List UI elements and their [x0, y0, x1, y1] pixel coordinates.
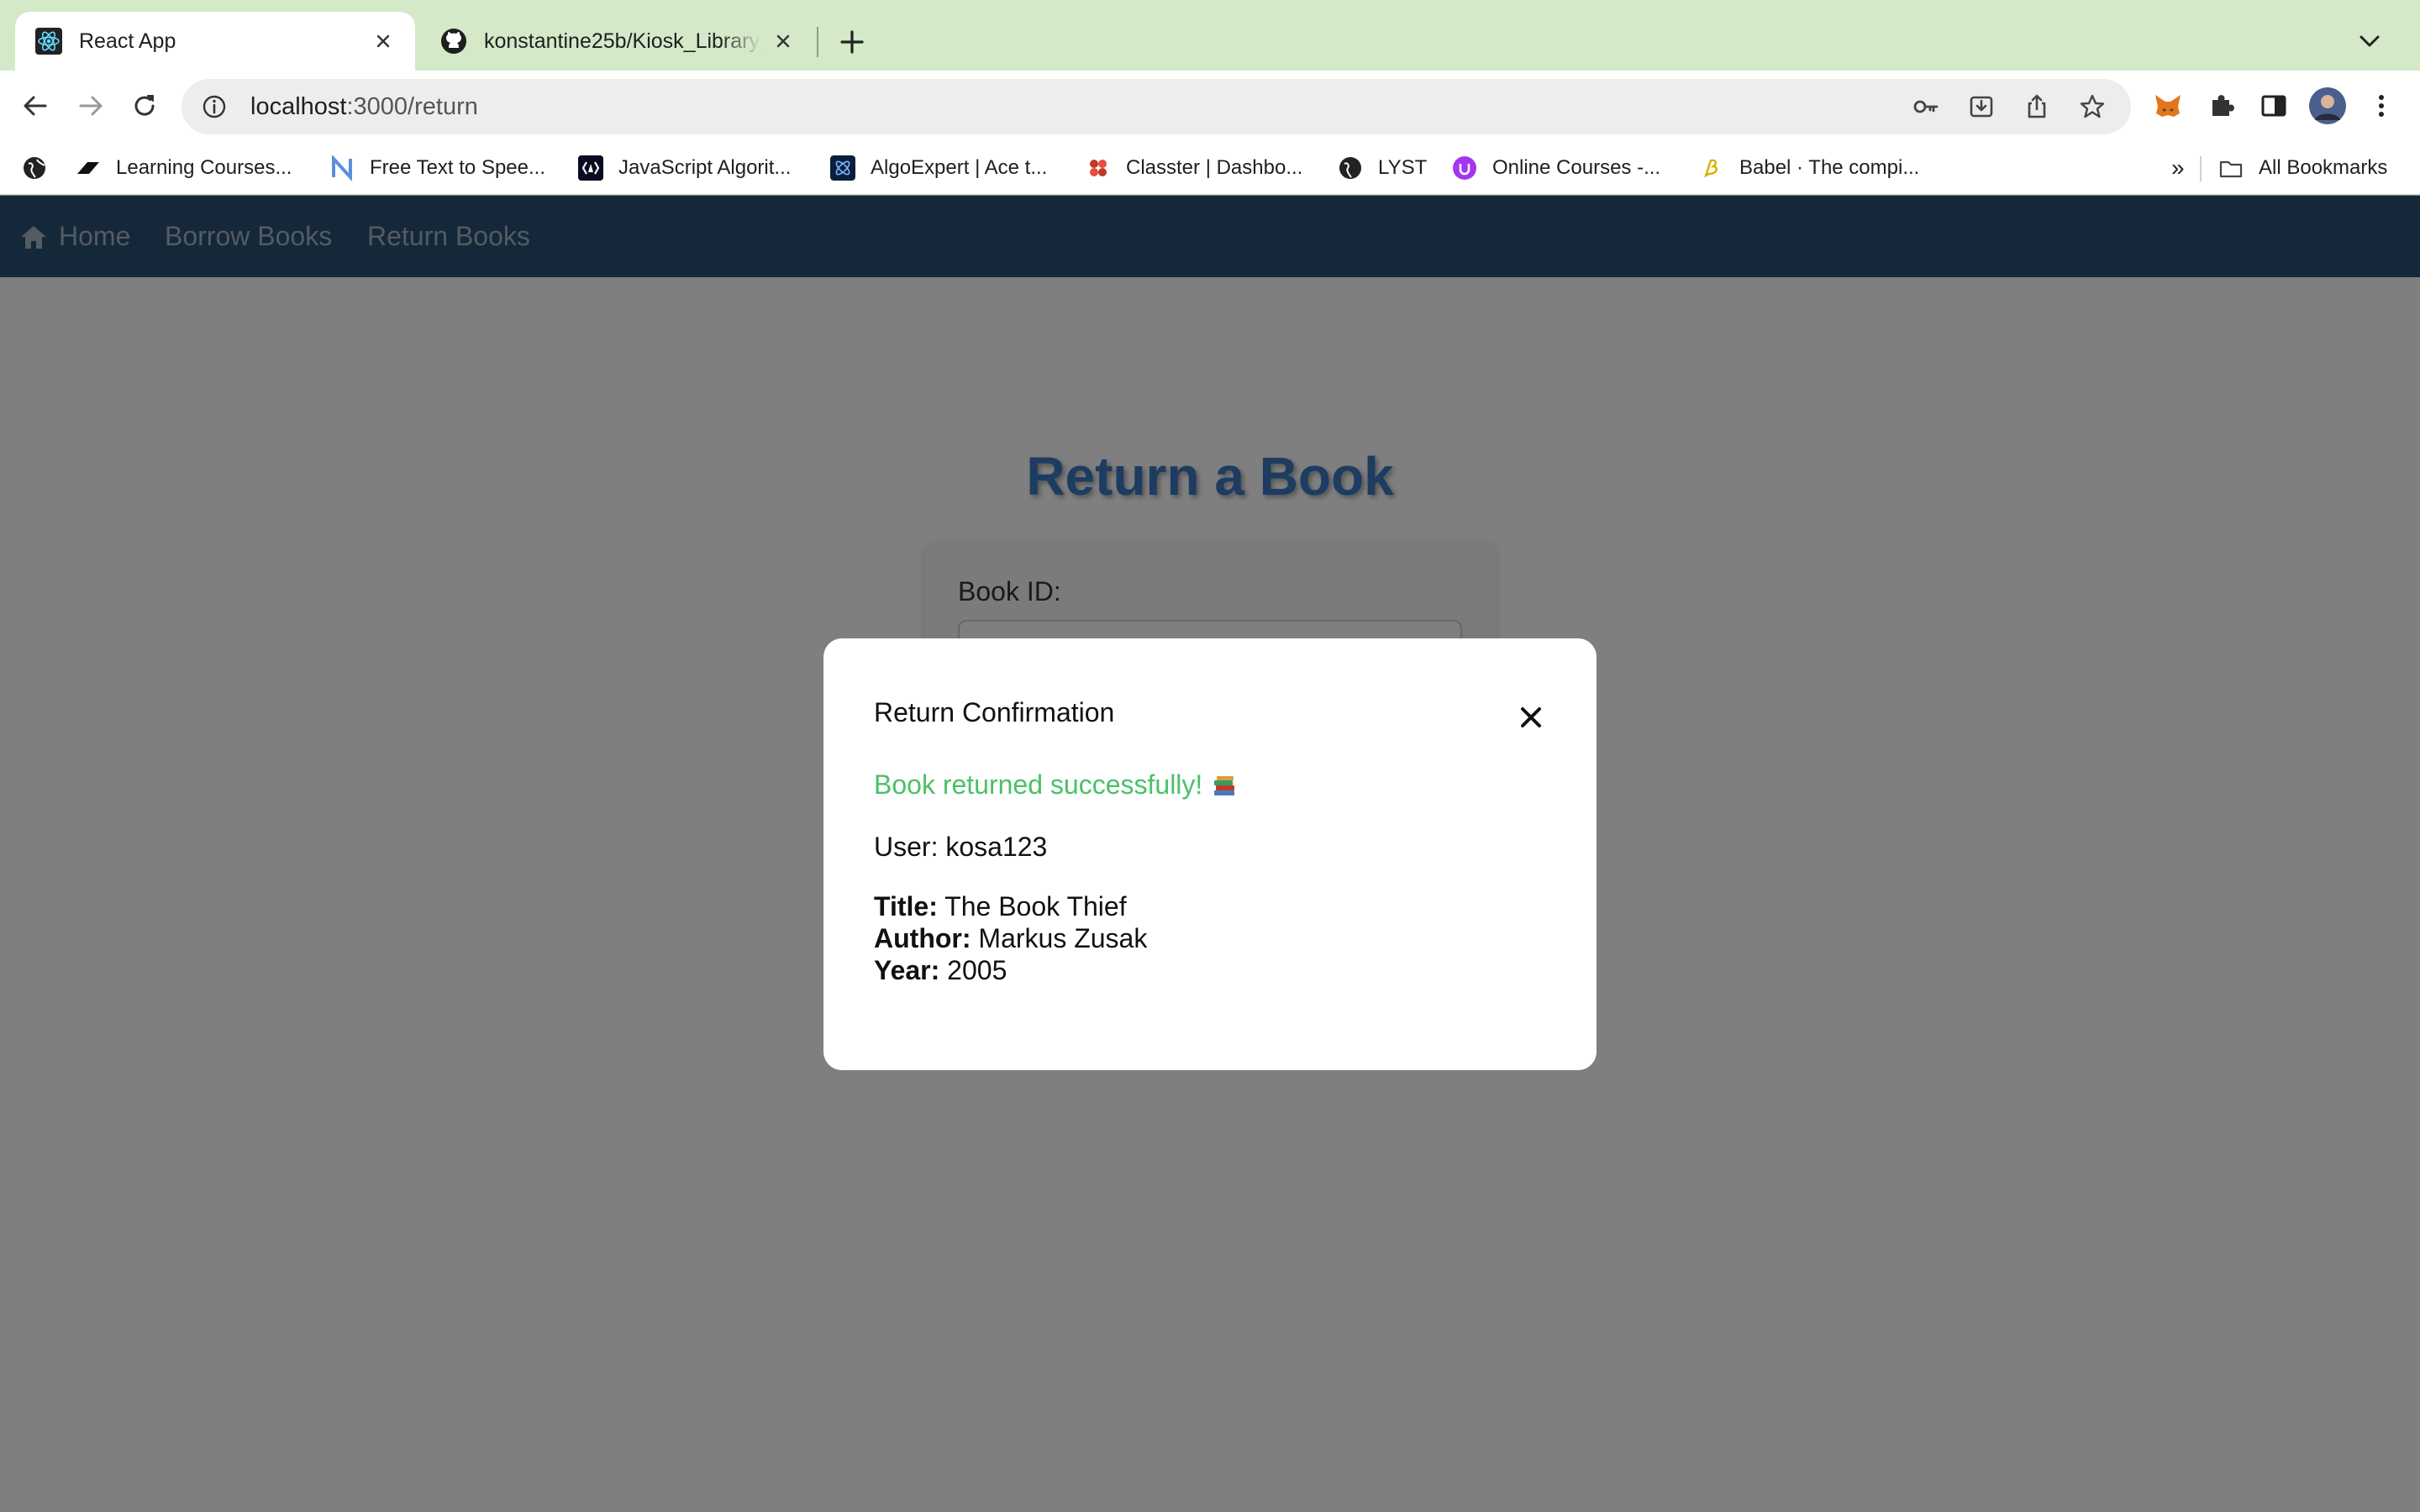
- screen: React App konstantine25b/Kiosk_Library_S…: [0, 0, 2420, 1512]
- book-details: Title: The Book Thief Author: Markus Zus…: [874, 890, 1147, 986]
- avatar: [2309, 87, 2346, 124]
- globe-icon: [1339, 157, 1361, 179]
- detail-author-value: Markus Zusak: [978, 923, 1148, 953]
- close-tab-icon[interactable]: [771, 29, 795, 53]
- babel-icon: [1703, 159, 1718, 178]
- blackboard-icon: [77, 162, 99, 174]
- metamask-fox-icon: [2155, 95, 2181, 117]
- arrow-right-icon: [79, 96, 103, 116]
- detail-year-label: Year:: [874, 955, 940, 985]
- arrow-left-icon: [24, 96, 47, 116]
- new-tab-icon[interactable]: [835, 25, 869, 59]
- browser-toolbar: localhost:3000/return: [0, 71, 2420, 141]
- detail-author-label: Author:: [874, 923, 971, 953]
- bookmark-free-text-to-speech[interactable]: Free Text to Spee...: [329, 151, 545, 185]
- bookmark-label: Learning Courses...: [116, 156, 292, 179]
- bookmark-lyst[interactable]: LYST: [1338, 151, 1427, 185]
- detail-title: Title: The Book Thief: [874, 890, 1147, 922]
- back-button[interactable]: [13, 84, 57, 128]
- detail-author: Author: Markus Zusak: [874, 922, 1147, 954]
- success-message: Book returned successfully!: [874, 769, 1238, 801]
- bookmark-label: LYST: [1378, 156, 1428, 179]
- extensions-button[interactable]: [2200, 84, 2244, 128]
- classter-icon: [1090, 160, 1107, 176]
- bookmark-apps[interactable]: [22, 151, 47, 185]
- side-panel-icon: [2261, 95, 2286, 117]
- password-key-icon[interactable]: [1907, 88, 1944, 125]
- tab-title: React App: [79, 29, 176, 53]
- all-bookmarks-button[interactable]: All Bookmarks: [2218, 151, 2387, 185]
- tab-strip: React App konstantine25b/Kiosk_Library_S…: [0, 0, 2420, 71]
- all-bookmarks-label: All Bookmarks: [2259, 156, 2388, 179]
- reload-button[interactable]: [123, 84, 166, 128]
- browser-menu-button[interactable]: [2360, 84, 2403, 128]
- react-icon: [35, 28, 62, 55]
- github-icon: [441, 29, 466, 54]
- bookmark-learning-courses[interactable]: Learning Courses...: [76, 151, 292, 185]
- returned-by-user: User: kosa123: [874, 832, 1048, 862]
- bookmark-label: Free Text to Spee...: [370, 156, 546, 179]
- bookmarks-overflow-button[interactable]: »: [2171, 151, 2185, 185]
- bookmark-javascript-algorithms[interactable]: JavaScript Algorit...: [578, 151, 791, 185]
- share-icon[interactable]: [2018, 88, 2055, 125]
- books-icon: [1214, 775, 1235, 795]
- kebab-menu-icon: [2379, 95, 2384, 117]
- bookmark-star-icon[interactable]: [2074, 88, 2111, 125]
- tab-react-app[interactable]: React App: [15, 12, 415, 71]
- tab-title: konstantine25b/Kiosk_Library_System: [484, 29, 761, 53]
- chevron-down-icon[interactable]: [2353, 27, 2386, 57]
- url-text: localhost:3000/return: [250, 93, 478, 121]
- naturalreader-icon: [332, 155, 352, 181]
- puzzle-icon: [2212, 95, 2234, 116]
- modal-title: Return Confirmation: [874, 697, 1115, 727]
- bookmark-label: Online Courses -...: [1492, 156, 1661, 179]
- bookmark-online-courses[interactable]: Online Courses -...: [1452, 151, 1660, 185]
- success-text: Book returned successfully!: [874, 769, 1203, 800]
- tab-separator: [817, 27, 818, 57]
- bookmark-label: AlgoExpert | Ace t...: [871, 156, 1048, 179]
- globe-icon: [24, 157, 45, 179]
- bookmark-babel[interactable]: Babel · The compi...: [1699, 151, 1919, 185]
- url-path: :3000/return: [346, 92, 478, 120]
- detail-title-label: Title:: [874, 891, 938, 921]
- detail-year-value: 2005: [947, 955, 1007, 985]
- bookmark-label: Babel · The compi...: [1739, 156, 1920, 179]
- profile-button[interactable]: [2306, 84, 2349, 128]
- bookmark-label: JavaScript Algorit...: [618, 156, 792, 179]
- folder-icon: [2219, 160, 2243, 178]
- close-tab-icon[interactable]: [371, 29, 395, 53]
- close-icon[interactable]: [1514, 701, 1548, 734]
- bookmark-classter[interactable]: Classter | Dashbo...: [1086, 151, 1302, 185]
- reload-icon: [134, 95, 155, 116]
- address-bar[interactable]: localhost:3000/return: [182, 79, 2131, 134]
- tab-github[interactable]: konstantine25b/Kiosk_Library_System: [420, 12, 815, 71]
- overflow-label: »: [2171, 155, 2185, 181]
- bookmark-label: Classter | Dashbo...: [1126, 156, 1303, 179]
- url-host: localhost: [250, 92, 347, 120]
- bookmarks-separator: [2200, 156, 2202, 181]
- forward-button[interactable]: [69, 84, 113, 128]
- udemy-icon: [1453, 156, 1476, 180]
- detail-title-value: The Book Thief: [944, 891, 1127, 921]
- bookmarks-bar: Learning Courses... Free Text to Spee...…: [0, 141, 2420, 195]
- detail-year: Year: 2005: [874, 954, 1147, 986]
- side-panel-button[interactable]: [2252, 84, 2296, 128]
- freecodecamp-icon: [578, 155, 603, 181]
- algoexpert-icon: [830, 155, 855, 181]
- return-confirmation-modal: Return Confirmation Book returned succes…: [823, 638, 1597, 1070]
- site-info-icon[interactable]: [198, 91, 230, 123]
- bookmark-algoexpert[interactable]: AlgoExpert | Ace t...: [830, 151, 1047, 185]
- install-app-icon[interactable]: [1963, 88, 2000, 125]
- metamask-extension-button[interactable]: [2146, 84, 2190, 128]
